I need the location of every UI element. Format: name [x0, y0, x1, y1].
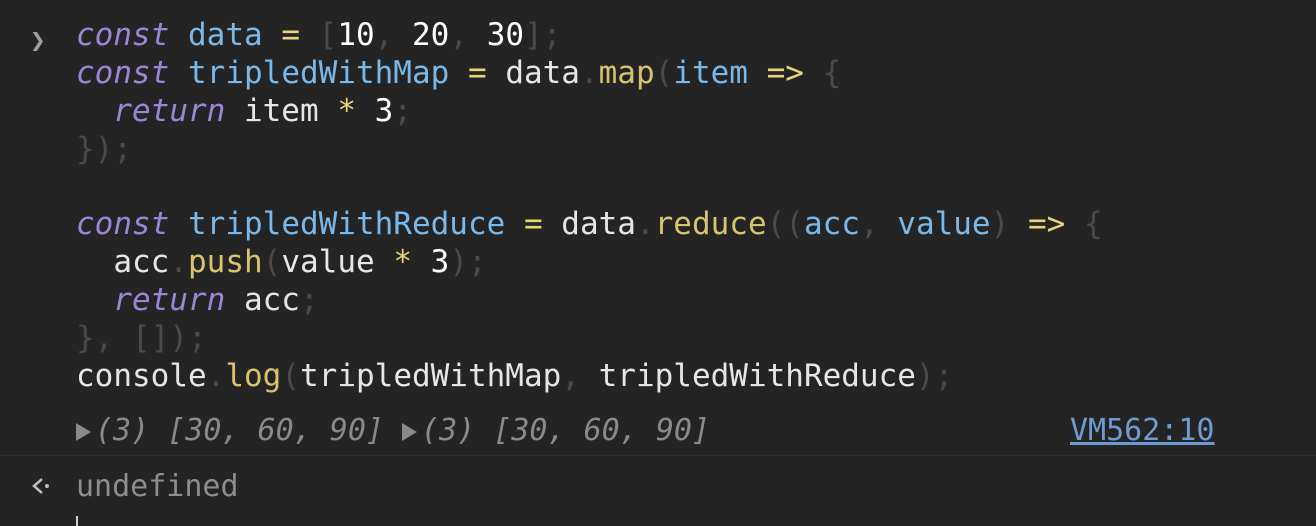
keyword-const: const	[76, 17, 170, 53]
object-name: data	[505, 55, 580, 91]
arrow-operator: =>	[1027, 206, 1066, 242]
code-line-3: return item * 3;	[76, 91, 412, 131]
argument: value	[281, 244, 375, 280]
paren: ((	[766, 206, 804, 242]
return-value: undefined	[76, 469, 239, 504]
semicolon: ;	[299, 282, 319, 318]
comma: ,	[449, 17, 469, 53]
expression: item	[243, 93, 319, 129]
paren: (	[281, 358, 300, 394]
object-name: acc	[113, 244, 170, 280]
number: 3	[374, 93, 394, 129]
parameter: item	[673, 55, 748, 91]
code-line-7: acc.push(value * 3);	[76, 242, 487, 282]
semicolon: ;	[542, 17, 562, 53]
source-location-link[interactable]: VM562:10	[1070, 410, 1215, 452]
variable-name: data	[188, 17, 263, 53]
array-preview[interactable]: (3) [30, 60, 90]	[95, 413, 384, 448]
expression: acc	[243, 282, 300, 318]
parameter: acc	[803, 206, 860, 242]
number: 3	[430, 244, 450, 280]
operator: =	[467, 55, 487, 91]
argument: tripledWithMap	[300, 358, 562, 394]
paren: );	[449, 244, 487, 280]
expandable-array-2[interactable]: (3) [30, 60, 90]	[402, 413, 710, 448]
code-line-2: const tripledWithMap = data.map(item => …	[76, 53, 841, 93]
variable-name: tripledWithMap	[188, 55, 450, 91]
paren: (	[654, 55, 674, 91]
object-name: data	[561, 206, 636, 242]
bracket: ]	[524, 17, 543, 53]
closing-brace: });	[76, 131, 132, 167]
console-panel: ❯ const data = [10, 20, 30]; const tripl…	[0, 0, 1316, 526]
expandable-array-1[interactable]: (3) [30, 60, 90]	[76, 413, 384, 448]
method-name: log	[225, 358, 282, 394]
return-arrow-icon	[28, 474, 52, 498]
dot: .	[206, 358, 226, 394]
paren: )	[990, 206, 1010, 242]
expand-triangle-icon[interactable]	[76, 423, 91, 441]
dot: .	[579, 55, 599, 91]
divider	[0, 455, 1316, 456]
brace: {	[1083, 206, 1103, 242]
bracket: [	[318, 17, 338, 53]
arrow-operator: =>	[766, 55, 804, 91]
number: 20	[412, 17, 450, 53]
paren: );	[915, 358, 954, 394]
closing-brace: }, []);	[76, 320, 207, 356]
input-cursor[interactable]	[76, 516, 78, 526]
object-name: console	[76, 358, 207, 394]
dot: .	[635, 206, 655, 242]
code-line-1: const data = [10, 20, 30];	[76, 15, 561, 55]
comma: ,	[859, 206, 879, 242]
variable-name: tripledWithReduce	[188, 206, 506, 242]
code-line-6: const tripledWithReduce = data.reduce((a…	[76, 204, 1103, 244]
chevron-right-icon: ❯	[30, 26, 46, 56]
comma: ,	[561, 358, 580, 394]
keyword-const: const	[76, 206, 170, 242]
code-line-4: });	[76, 129, 132, 169]
method-name: push	[188, 244, 263, 280]
method-name: map	[598, 55, 655, 91]
array-preview[interactable]: (3) [30, 60, 90]	[421, 413, 710, 448]
operator: =	[523, 206, 543, 242]
keyword-const: const	[76, 55, 170, 91]
semicolon: ;	[393, 93, 412, 129]
console-output-row: (3) [30, 60, 90] (3) [30, 60, 90]	[76, 410, 710, 452]
keyword-return: return	[113, 282, 226, 318]
code-line-8: return acc;	[76, 280, 319, 320]
dot: .	[169, 244, 188, 280]
code-line-9: }, []);	[76, 318, 207, 358]
number: 10	[337, 17, 375, 53]
expand-triangle-icon[interactable]	[402, 423, 418, 441]
paren: (	[262, 244, 282, 280]
keyword-return: return	[113, 93, 226, 129]
code-line-10: console.log(tripledWithMap, tripledWithR…	[76, 356, 953, 396]
comma: ,	[374, 17, 394, 53]
parameter: value	[897, 206, 991, 242]
argument: tripledWithReduce	[598, 358, 916, 394]
brace: {	[822, 55, 842, 91]
operator: =	[281, 17, 300, 53]
operator: *	[337, 93, 356, 129]
method-name: reduce	[654, 206, 767, 242]
number: 30	[486, 17, 525, 53]
operator: *	[393, 244, 412, 280]
